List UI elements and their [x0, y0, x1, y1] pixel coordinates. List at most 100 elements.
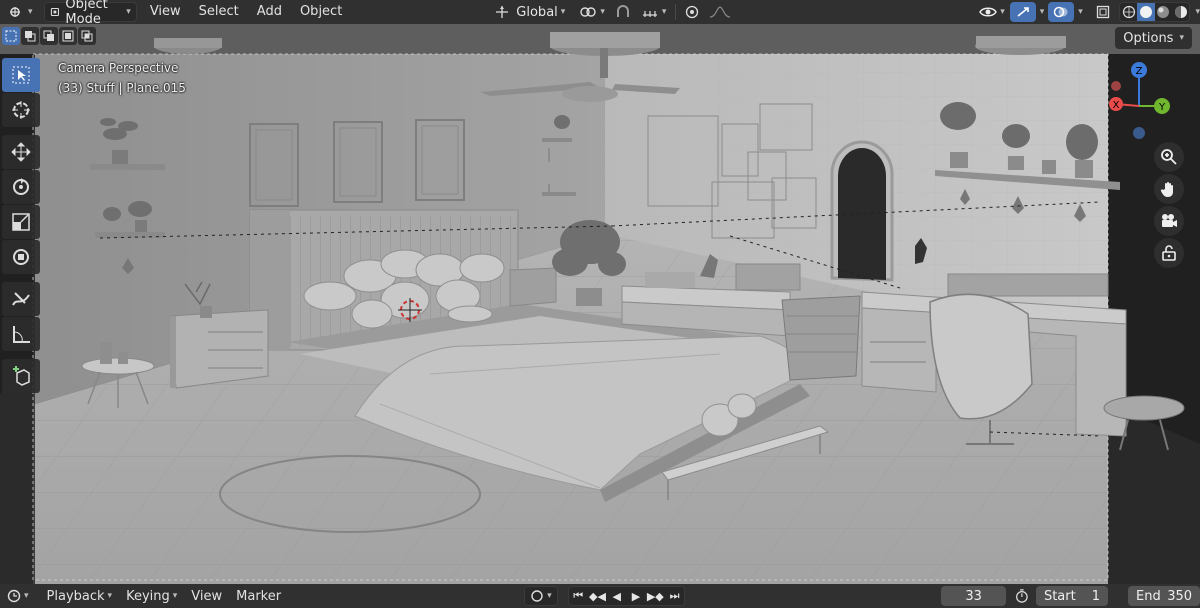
menu-keying[interactable]: Keying ▾: [119, 589, 184, 604]
move-tool[interactable]: [2, 135, 40, 169]
cursor-tool[interactable]: [2, 93, 40, 127]
select-intersect-button[interactable]: [78, 27, 96, 45]
select-extend-icon: [25, 31, 36, 42]
start-label: Start: [1043, 588, 1076, 604]
menu-playback[interactable]: Playback ▾: [40, 589, 120, 604]
visibility-dropdown[interactable]: ▾: [974, 2, 1010, 22]
gizmo-icon: [1017, 7, 1029, 17]
rendered-shading-button[interactable]: [1172, 3, 1189, 21]
transform-tool[interactable]: [2, 240, 40, 274]
3d-cursor-icon: [12, 101, 30, 119]
jump-end-button[interactable]: ⏭: [665, 587, 684, 605]
select-box-tool[interactable]: [2, 58, 40, 92]
chevron-down-icon: ▾: [1179, 33, 1184, 43]
lock-camera-button[interactable]: [1154, 238, 1184, 268]
snap-toggle[interactable]: [610, 2, 636, 22]
menu-marker[interactable]: Marker: [229, 589, 288, 604]
select-invert-button[interactable]: [59, 27, 77, 45]
z-axis-label: Z: [1136, 66, 1143, 77]
prev-keyframe-button[interactable]: ◆◀: [588, 587, 607, 605]
timeline-editor-type[interactable]: ▾: [0, 589, 36, 603]
tool-shelf: [2, 58, 40, 393]
falloff-dropdown[interactable]: [704, 2, 736, 22]
scale-tool[interactable]: [2, 205, 40, 239]
menu-add[interactable]: Add: [248, 2, 291, 22]
bedroom-scene-render: Z Y X: [0, 24, 1200, 584]
end-value: 350: [1167, 588, 1193, 604]
select-subtract-icon: [43, 30, 54, 41]
solid-shading-button[interactable]: [1137, 3, 1155, 21]
add-cube-tool[interactable]: [2, 359, 40, 393]
snap-target-dropdown[interactable]: ▾: [636, 2, 672, 22]
end-frame-field[interactable]: End 350: [1127, 586, 1200, 606]
unlock-icon: [1162, 245, 1176, 261]
snap-icon: [616, 5, 629, 17]
menu-view[interactable]: View: [141, 2, 190, 22]
transform-orientation-dropdown[interactable]: Global ▾: [489, 2, 570, 22]
mode-dropdown[interactable]: Object Mode ▾: [43, 0, 137, 27]
xray-icon: [1096, 5, 1109, 19]
gizmo-dropdown[interactable]: ▾: [1040, 7, 1045, 17]
record-icon: [531, 590, 543, 602]
annotate-tool[interactable]: [2, 282, 40, 316]
viewport-header: ▾ Object Mode ▾ View Select Add Object G…: [0, 0, 1200, 27]
start-frame-field[interactable]: Start 1: [1035, 586, 1108, 606]
current-frame-field[interactable]: 33: [941, 586, 1007, 606]
stopwatch-icon[interactable]: [1014, 588, 1030, 604]
select-subtract-button[interactable]: [40, 27, 58, 45]
zoom-button[interactable]: [1154, 142, 1184, 172]
visibility-icon: [979, 7, 998, 17]
chevron-down-icon: ▾: [107, 591, 113, 601]
measure-tool[interactable]: [2, 317, 40, 351]
add-cube-icon: [13, 366, 30, 386]
wireframe-shading-button[interactable]: [1120, 3, 1137, 21]
object-mode-icon: [50, 7, 59, 17]
gizmo-toggle[interactable]: [1009, 2, 1036, 22]
pan-button[interactable]: [1154, 174, 1184, 204]
overlay-dropdown[interactable]: ▾: [1078, 7, 1083, 17]
x-axis-label: X: [1113, 100, 1120, 111]
material-shading-button[interactable]: [1155, 3, 1172, 21]
options-dropdown[interactable]: Options ▾: [1115, 27, 1192, 49]
shading-dropdown[interactable]: ▾: [1195, 7, 1200, 17]
play-reverse-button[interactable]: ◀: [607, 587, 626, 605]
overlay-toggle[interactable]: [1048, 2, 1075, 22]
keying-label: Keying: [126, 588, 170, 604]
select-extend-button[interactable]: [21, 27, 39, 45]
select-invert-icon: [62, 30, 74, 42]
camera-view-button[interactable]: [1154, 206, 1184, 236]
y-axis-label: Y: [1158, 102, 1166, 113]
scale-icon: [12, 213, 30, 231]
cursor-arrow-icon: [12, 66, 30, 84]
menu-object[interactable]: Object: [291, 2, 351, 22]
jump-start-button[interactable]: ⏮: [569, 587, 588, 605]
overlay-icon: [1054, 6, 1068, 18]
chevron-down-icon: ▾: [600, 7, 605, 17]
mode-label: Object Mode: [65, 0, 108, 27]
material-shading-icon: [1157, 6, 1170, 18]
playback-controls: ⏮ ◆◀ ◀ ▶ ▶◆ ⏭: [567, 586, 686, 606]
zoom-icon: [1161, 149, 1177, 165]
orientation-label: Global: [516, 4, 558, 20]
chevron-down-icon: ▾: [126, 7, 131, 17]
chevron-down-icon: ▾: [547, 591, 552, 601]
camera-perspective-label: Camera Perspective: [58, 61, 179, 75]
xray-toggle[interactable]: [1091, 2, 1115, 22]
header-menu: View Select Add Object: [141, 2, 351, 22]
auto-keying-toggle[interactable]: ▾: [524, 586, 558, 606]
rotate-icon: [13, 178, 29, 195]
menu-select[interactable]: Select: [190, 2, 248, 22]
chevron-down-icon: ▾: [1000, 7, 1005, 17]
options-label: Options: [1123, 30, 1174, 46]
next-keyframe-button[interactable]: ▶◆: [646, 587, 665, 605]
pivot-icon: [580, 7, 597, 17]
play-button[interactable]: ▶: [626, 587, 645, 605]
pivot-point-dropdown[interactable]: ▾: [574, 2, 610, 22]
proportional-edit-toggle[interactable]: [680, 2, 704, 22]
rotate-tool[interactable]: [2, 170, 40, 204]
select-new-button[interactable]: [2, 27, 20, 45]
editor-type-button[interactable]: ▾: [4, 2, 38, 22]
annotate-icon: [12, 292, 30, 306]
menu-timeline-view[interactable]: View: [184, 589, 229, 604]
3d-viewport[interactable]: Z Y X Camera Perspective (33) Stuff | Pl…: [0, 24, 1200, 584]
